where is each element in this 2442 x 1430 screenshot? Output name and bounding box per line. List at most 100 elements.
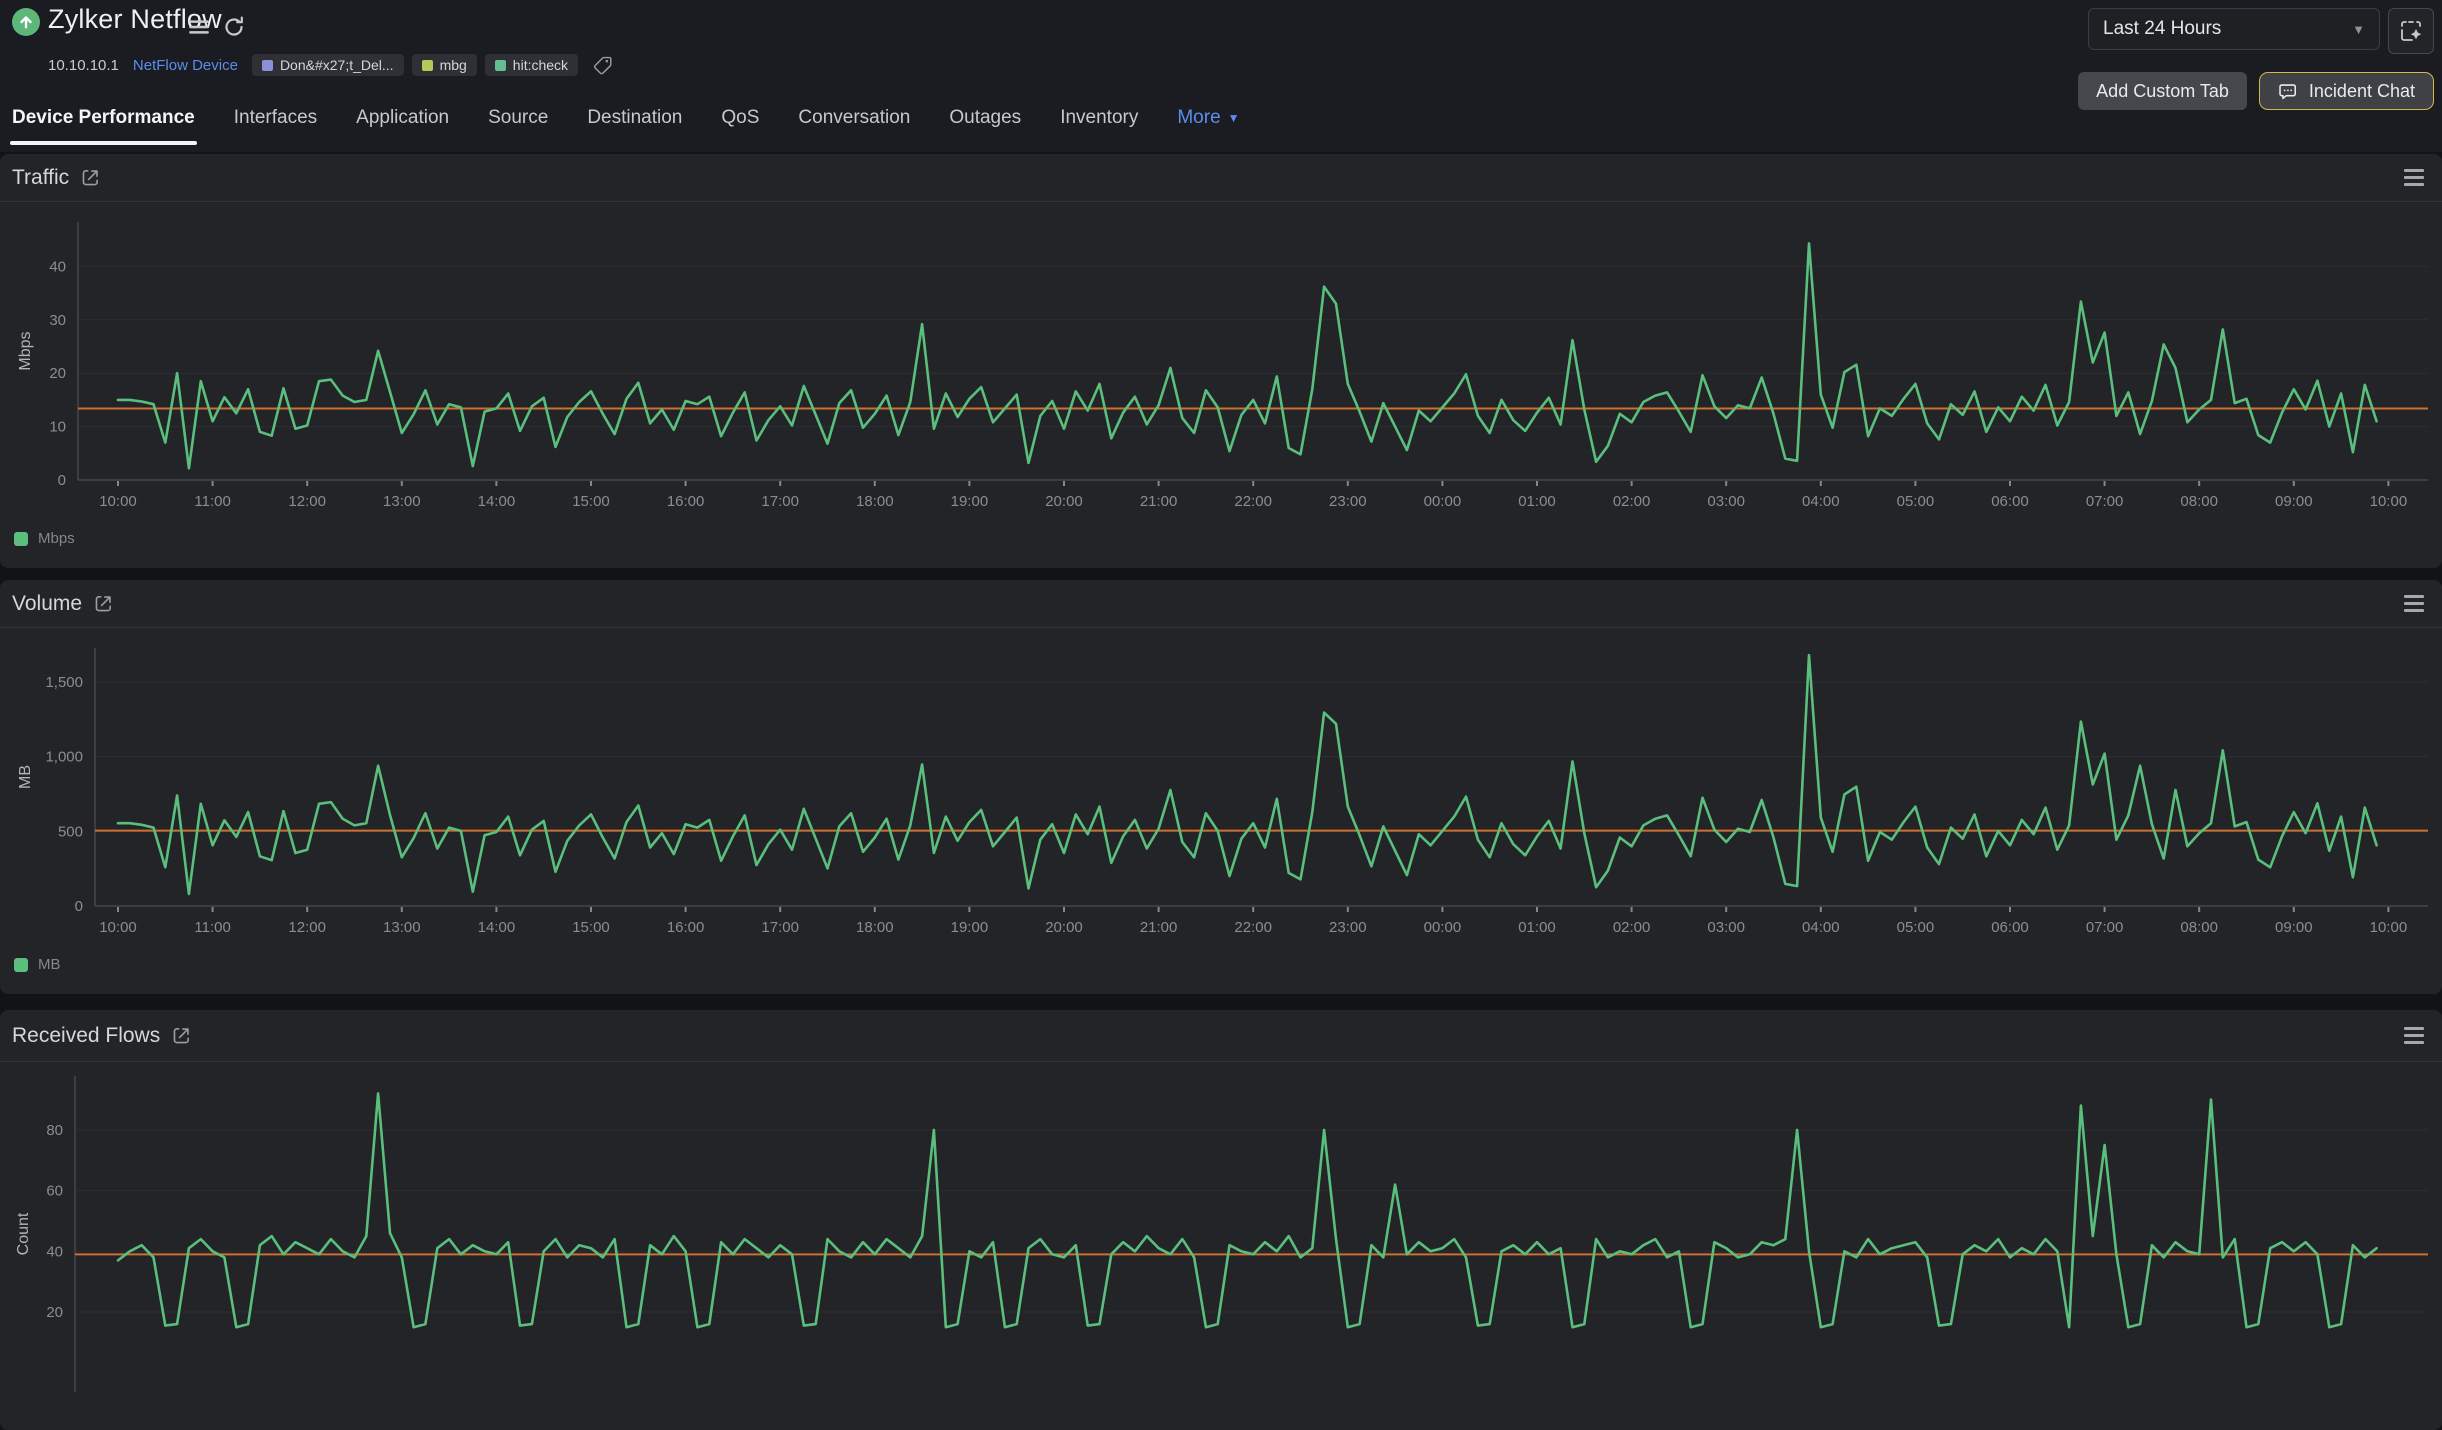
svg-text:08:00: 08:00 [2180, 493, 2218, 510]
svg-text:14:00: 14:00 [478, 919, 516, 936]
tab-destination[interactable]: Destination [585, 93, 684, 143]
svg-text:23:00: 23:00 [1329, 493, 1367, 510]
add-custom-tab-button[interactable]: Add Custom Tab [2078, 72, 2247, 110]
tag-color-swatch [262, 60, 273, 71]
svg-text:16:00: 16:00 [667, 919, 705, 936]
tab-conversation[interactable]: Conversation [796, 93, 912, 143]
widget-menu-icon[interactable] [2402, 1021, 2426, 1050]
tag-label: mbg [440, 57, 467, 73]
svg-text:80: 80 [46, 1122, 63, 1139]
tag-chip: mbg [412, 54, 477, 76]
tag-chip: Don&#x27;t_Del... [252, 54, 404, 76]
tag-color-swatch [422, 60, 433, 71]
svg-text:20: 20 [46, 1304, 63, 1321]
tab-device-performance[interactable]: Device Performance [10, 93, 197, 143]
chat-icon [2278, 80, 2300, 102]
svg-text:15:00: 15:00 [572, 493, 610, 510]
tab-outages[interactable]: Outages [947, 93, 1023, 143]
tab-more[interactable]: More▼ [1175, 93, 1241, 143]
svg-text:05:00: 05:00 [1897, 493, 1935, 510]
svg-text:0: 0 [75, 898, 83, 915]
traffic-legend-item[interactable]: Mbps [14, 530, 75, 547]
svg-text:13:00: 13:00 [383, 919, 421, 936]
tag-chip-list: Don&#x27;t_Del... mbg hit:check [252, 54, 578, 76]
svg-text:16:00: 16:00 [667, 493, 705, 510]
svg-text:30: 30 [49, 312, 66, 329]
svg-text:18:00: 18:00 [856, 493, 894, 510]
received-flows-panel: Received Flows 20 40 60 80 Count [0, 1010, 2442, 1430]
volume-legend-item[interactable]: MB [14, 956, 61, 973]
legend-label: Mbps [38, 530, 75, 547]
svg-text:40: 40 [46, 1243, 63, 1260]
header-actions: Add Custom Tab Incident Chat [2078, 72, 2434, 110]
svg-text:10:00: 10:00 [2370, 919, 2408, 936]
svg-text:Count: Count [15, 1212, 32, 1255]
svg-text:03:00: 03:00 [1707, 493, 1745, 510]
svg-text:17:00: 17:00 [761, 919, 799, 936]
tab-application[interactable]: Application [354, 93, 451, 143]
tab-source[interactable]: Source [486, 93, 550, 143]
svg-text:07:00: 07:00 [2086, 919, 2124, 936]
svg-text:09:00: 09:00 [2275, 919, 2313, 936]
svg-text:10:00: 10:00 [99, 919, 137, 936]
svg-text:12:00: 12:00 [288, 919, 326, 936]
incident-chat-button[interactable]: Incident Chat [2259, 72, 2434, 110]
svg-text:21:00: 21:00 [1140, 919, 1178, 936]
time-range-value: Last 24 Hours [2103, 18, 2221, 40]
svg-text:20:00: 20:00 [1045, 919, 1083, 936]
svg-text:1,500: 1,500 [45, 674, 83, 691]
svg-text:Mbps: Mbps [17, 331, 34, 370]
svg-text:22:00: 22:00 [1234, 493, 1272, 510]
svg-text:06:00: 06:00 [1991, 493, 2029, 510]
time-range-dropdown[interactable]: Last 24 Hours ▼ [2088, 8, 2380, 50]
tab-qos[interactable]: QoS [719, 93, 761, 143]
device-ip: 10.10.10.1 [48, 57, 119, 74]
legend-swatch [14, 532, 28, 546]
tag-label: Don&#x27;t_Del... [280, 57, 394, 73]
received-flows-panel-title: Received Flows [12, 1024, 160, 1048]
received-flows-chart: 20 40 60 80 Count [0, 1062, 2442, 1392]
svg-text:0: 0 [58, 472, 66, 489]
tag-color-swatch [495, 60, 506, 71]
svg-text:00:00: 00:00 [1424, 919, 1462, 936]
widget-menu-icon[interactable] [2402, 163, 2426, 192]
tag-icon[interactable] [592, 54, 614, 76]
svg-text:19:00: 19:00 [951, 493, 989, 510]
tab-inventory[interactable]: Inventory [1058, 93, 1140, 143]
tag-chip: hit:check [485, 54, 578, 76]
traffic-panel-header: Traffic [0, 154, 2442, 202]
svg-text:05:00: 05:00 [1897, 919, 1935, 936]
chevron-down-icon: ▼ [2352, 22, 2365, 37]
header-menu-icon[interactable] [186, 14, 212, 45]
netflow-dashboard: { "header": { "title": "Zylker Netflow",… [0, 0, 2442, 1336]
svg-text:15:00: 15:00 [572, 919, 610, 936]
tag-label: hit:check [513, 57, 568, 73]
svg-text:02:00: 02:00 [1613, 919, 1651, 936]
tab-interfaces[interactable]: Interfaces [232, 93, 319, 143]
page-header: Zylker Netflow 10.10.10.1 NetFlow Device… [0, 0, 2442, 152]
popout-window-button[interactable] [2388, 8, 2434, 54]
svg-text:14:00: 14:00 [478, 493, 516, 510]
popout-sparkle-icon [2398, 18, 2424, 44]
svg-text:03:00: 03:00 [1707, 919, 1745, 936]
svg-text:06:00: 06:00 [1991, 919, 2029, 936]
refresh-icon[interactable] [222, 15, 246, 44]
svg-text:21:00: 21:00 [1140, 493, 1178, 510]
svg-text:09:00: 09:00 [2275, 493, 2313, 510]
svg-text:20: 20 [49, 365, 66, 382]
svg-text:13:00: 13:00 [383, 493, 421, 510]
svg-text:04:00: 04:00 [1802, 493, 1840, 510]
open-trend-icon[interactable] [172, 1026, 191, 1045]
widget-menu-icon[interactable] [2402, 589, 2426, 618]
svg-text:500: 500 [58, 823, 83, 840]
svg-text:01:00: 01:00 [1518, 919, 1556, 936]
svg-text:04:00: 04:00 [1802, 919, 1840, 936]
open-trend-icon[interactable] [94, 594, 113, 613]
traffic-chart: 010203040Mbps10:0011:0012:0013:0014:0015… [0, 202, 2442, 568]
volume-panel-header: Volume [0, 580, 2442, 628]
device-type-link[interactable]: NetFlow Device [133, 57, 238, 74]
svg-text:12:00: 12:00 [288, 493, 326, 510]
svg-text:60: 60 [46, 1183, 63, 1200]
svg-text:22:00: 22:00 [1234, 919, 1272, 936]
open-trend-icon[interactable] [81, 168, 100, 187]
